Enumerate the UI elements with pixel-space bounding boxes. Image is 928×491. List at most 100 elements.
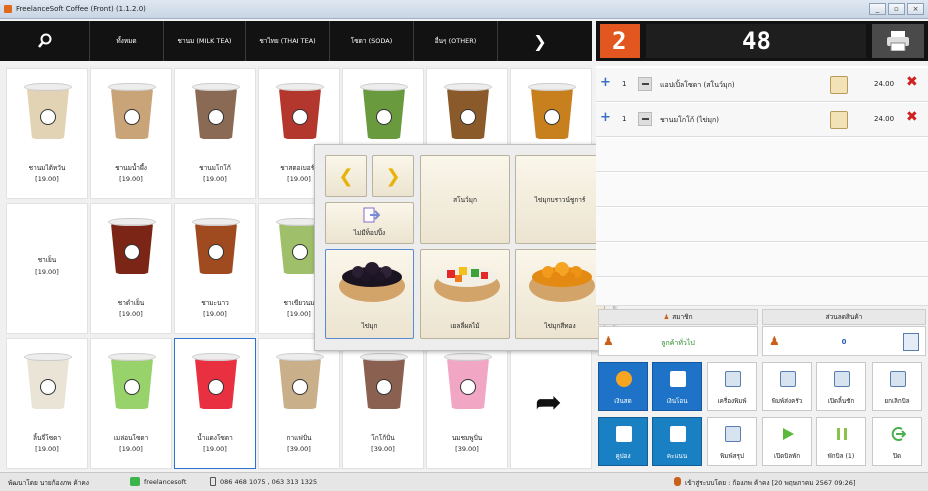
drawer-icon — [834, 371, 850, 387]
product-price: [39.00] — [287, 445, 311, 453]
topping-prev-button[interactable]: ❮ — [325, 155, 367, 197]
action-button-kitchen-print[interactable]: พิมพ์ส่งครัว — [762, 362, 812, 411]
order-row[interactable]: + 1 แอปเปิ้ลโซดา (สโนว์มุก) 24.00 ✖ — [596, 68, 928, 102]
app-icon — [4, 5, 12, 13]
coin-icon — [616, 371, 632, 387]
action-label: เปิดบิลพัก — [773, 453, 801, 460]
category-other[interactable]: อื่นๆ (OTHER) — [414, 21, 498, 61]
next-page-button[interactable]: ➦ — [510, 338, 592, 469]
topping-option-brown-sugar[interactable]: ไข่มุกบราวน์ชูการ์ — [515, 155, 605, 244]
product-card[interactable]: ชานมไต้หวัน [19.00] — [6, 68, 88, 199]
discount-field[interactable]: ♟ 0 — [762, 326, 926, 356]
category-next-button[interactable]: ❯ — [498, 21, 582, 61]
order-row[interactable]: + 1 ชานมโกโก้ (ไข่มุก) 24.00 ✖ — [596, 103, 928, 137]
action-button-exit[interactable]: ปิด — [872, 417, 922, 466]
product-card[interactable]: โกโก้ปั่น [39.00] — [342, 338, 424, 469]
product-image — [441, 351, 495, 413]
product-card[interactable]: ชานมโกโก้ [19.00] — [174, 68, 256, 199]
display-panel: 2 48 — [596, 21, 928, 61]
action-button-coin[interactable]: เงินสด — [598, 362, 648, 411]
print-button[interactable] — [872, 24, 924, 58]
action-label: พิมพ์สรุป — [720, 453, 744, 460]
product-name: ชานมน้ำผึ้ง — [115, 164, 147, 172]
search-button[interactable] — [0, 21, 90, 61]
topping-option-snow-pearl[interactable]: สโนว์มุก — [420, 155, 510, 244]
product-image — [273, 351, 327, 413]
product-image — [21, 351, 75, 413]
order-row-empty — [596, 173, 928, 207]
pause-icon — [834, 426, 850, 442]
action-label: คูปอง — [615, 453, 631, 460]
category-soda[interactable]: โซดา (SODA) — [330, 21, 414, 61]
action-button-summary[interactable]: พิมพ์สรุป — [707, 417, 757, 466]
next-page-arrow-icon: ➦ — [535, 383, 562, 421]
action-button-drawer[interactable]: เปิดลิ้นชัก — [816, 362, 866, 411]
window-title: FreelanceSoft Coffee (Front) (1.1.2.0) — [16, 5, 146, 13]
product-image — [525, 81, 579, 143]
product-card[interactable]: เมล่อนโซดา [19.00] — [90, 338, 172, 469]
phone-icon — [210, 477, 216, 486]
close-button[interactable]: × — [907, 3, 924, 15]
maximize-button[interactable]: ▫ — [888, 3, 905, 15]
line-icon — [130, 477, 140, 486]
topping-option-fruit-jelly[interactable]: เยลลี่ผลไม้ — [420, 249, 510, 339]
discount-value: 0 — [841, 338, 847, 346]
action-button-phone-transfer[interactable]: เงินโอน — [652, 362, 702, 411]
action-button-cancel-bill[interactable]: ยกเลิกบิล — [872, 362, 922, 411]
topping-option-gold-pearl[interactable]: ไข่มุกสีทอง — [515, 249, 605, 339]
delete-item-icon[interactable]: ✖ — [906, 110, 920, 125]
product-price: [19.00] — [203, 445, 227, 453]
search-icon — [37, 33, 51, 48]
note-icon[interactable] — [830, 76, 848, 94]
exit-arrow-icon — [363, 207, 380, 223]
order-item-name: แอปเปิ้ลโซดา (สโนว์มุก) — [660, 81, 735, 89]
product-card[interactable]: นมชมพูปั่น [39.00] — [426, 338, 508, 469]
action-label: เงินสด — [614, 398, 632, 405]
topping-option-pearl[interactable]: ไข่มุก — [325, 249, 414, 339]
order-row-empty — [596, 208, 928, 242]
product-card[interactable]: ลิ้นจี่โซดา [19.00] — [6, 338, 88, 469]
product-card[interactable]: ชาดำเย็น [19.00] — [90, 203, 172, 334]
action-label: เปิดลิ้นชัก — [827, 398, 855, 405]
minimize-button[interactable]: _ — [869, 3, 886, 15]
category-milk-tea[interactable]: ชานม (MILK TEA) — [164, 21, 246, 61]
member-field[interactable]: ♟ ลูกค้าทั่วไป — [598, 326, 758, 356]
total-display: 48 — [646, 24, 866, 58]
action-button-pause[interactable]: พักบิล (1) — [816, 417, 866, 466]
increase-qty-button[interactable]: + — [600, 111, 611, 124]
product-name: ชาเย็น — [37, 256, 57, 264]
product-image — [105, 216, 159, 278]
product-card[interactable]: น้ำแดงโซดา [19.00] — [174, 338, 256, 469]
product-card[interactable]: ชาเย็น [19.00] — [6, 203, 88, 334]
product-image — [189, 216, 243, 278]
product-image — [441, 81, 495, 143]
product-card[interactable]: กาแฟปั่น [39.00] — [258, 338, 340, 469]
product-image — [105, 81, 159, 143]
category-all[interactable]: ทั้งหมด — [90, 21, 164, 61]
topping-gold-label: ไข่มุกสีทอง — [544, 322, 576, 330]
product-card[interactable]: ชานมน้ำผึ้ง [19.00] — [90, 68, 172, 199]
delete-item-icon[interactable]: ✖ — [906, 75, 920, 90]
action-button-coupon[interactable]: คูปอง — [598, 417, 648, 466]
action-button-play[interactable]: เปิดบิลพัก — [762, 417, 812, 466]
order-qty: 1 — [622, 115, 627, 123]
order-item-name: ชานมโกโก้ (ไข่มุก) — [660, 116, 719, 124]
product-price: [39.00] — [455, 445, 479, 453]
product-image — [189, 351, 243, 413]
topping-option-none[interactable]: ไม่มีท็อปปิ้ง — [325, 202, 414, 244]
increase-qty-button[interactable]: + — [600, 76, 611, 89]
action-button-points[interactable]: คะแนน — [652, 417, 702, 466]
note-icon[interactable] — [830, 111, 848, 129]
order-row-empty — [596, 278, 928, 306]
calculator-icon[interactable] — [903, 333, 919, 351]
developer-credit: พัฒนาโดย นายก้องภพ ค้าคง — [8, 479, 89, 487]
product-image — [105, 351, 159, 413]
decrease-qty-button[interactable] — [638, 112, 652, 126]
product-card[interactable]: ชามะนาว [19.00] — [174, 203, 256, 334]
topping-next-button[interactable]: ❯ — [372, 155, 414, 197]
order-row-empty — [596, 138, 928, 172]
category-thai-tea[interactable]: ชาไทย (THAI TEA) — [246, 21, 330, 61]
decrease-qty-button[interactable] — [638, 77, 652, 91]
cancel-bill-icon — [890, 371, 906, 387]
action-button-printer[interactable]: เครื่องพิมพ์ — [707, 362, 757, 411]
